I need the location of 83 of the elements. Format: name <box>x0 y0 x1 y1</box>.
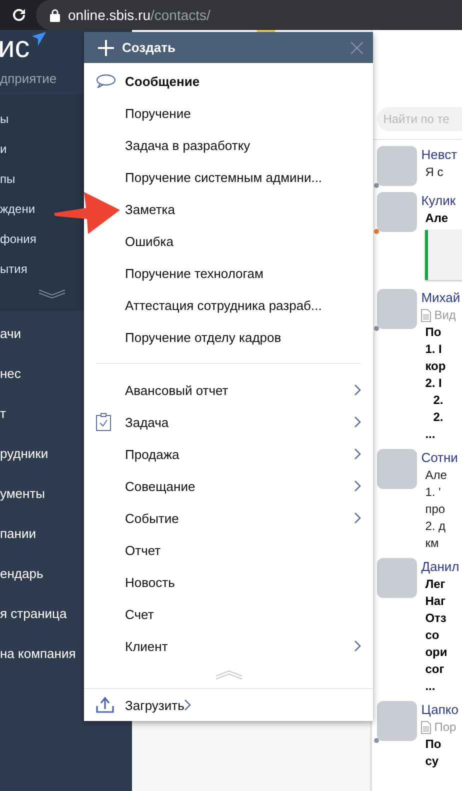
message-text: 2. <box>432 409 444 426</box>
message-text: 2. <box>432 392 444 409</box>
chevron-right-icon <box>354 448 361 460</box>
menu-item[interactable]: Ошибка <box>84 225 373 257</box>
document-icon <box>421 309 432 322</box>
plus-icon <box>98 40 114 56</box>
close-icon[interactable] <box>351 42 363 54</box>
author-name[interactable]: Кулик <box>421 192 462 210</box>
reload-icon[interactable] <box>10 6 28 24</box>
chevron-right-icon <box>184 699 192 711</box>
menu-item[interactable]: Сообщение <box>84 65 373 97</box>
subtitle-text: дприятие <box>0 71 57 86</box>
message-text: сог <box>424 661 446 678</box>
menu-item[interactable]: Совещание <box>84 470 373 502</box>
avatar-placeholder <box>377 192 418 232</box>
upload-icon <box>96 697 114 713</box>
document-title: Вид <box>434 307 456 324</box>
menu-title: Создать <box>122 40 176 55</box>
menu-item[interactable]: Счет <box>84 598 373 630</box>
chevron-right-icon <box>354 512 361 524</box>
message-text: су <box>424 753 440 770</box>
lock-icon <box>50 8 60 22</box>
author-name[interactable]: Невст <box>421 146 458 164</box>
menu-item[interactable]: Аттестация сотрудника разраб... <box>84 289 373 321</box>
message-text: Отз <box>424 610 448 627</box>
menu-item[interactable]: Поручение системным админи... <box>84 161 373 193</box>
message-text: про <box>424 501 446 518</box>
author-name[interactable]: Михай <box>421 289 460 307</box>
search-field[interactable]: Найти по те <box>377 107 462 131</box>
menu-item[interactable]: Продажа <box>84 438 373 470</box>
expand-chevron-icon[interactable] <box>38 289 66 299</box>
logo-icon <box>32 32 46 46</box>
message-text: Але <box>424 210 450 227</box>
collapse-chevron-icon[interactable] <box>214 670 242 680</box>
avatar-placeholder <box>377 449 418 489</box>
message-text: По <box>424 324 442 341</box>
document-title: Пор <box>434 719 456 736</box>
document-icon <box>421 721 432 734</box>
menu-item[interactable]: Клиент <box>84 630 373 662</box>
menu-item[interactable]: Событие <box>84 502 373 534</box>
menu-item[interactable]: Новость <box>84 566 373 598</box>
message-text: 2. д <box>424 518 447 535</box>
menu-item[interactable]: Отчет <box>84 534 373 566</box>
attachment-thumbnail[interactable] <box>425 230 462 280</box>
chevron-right-icon <box>354 480 361 492</box>
chevron-right-icon <box>354 640 361 652</box>
message-text: кор <box>424 358 447 375</box>
menu-item[interactable]: Поручение <box>84 97 373 129</box>
message-text: 2. I <box>424 375 443 392</box>
clipboard-check-icon <box>96 413 111 431</box>
avatar-placeholder <box>377 558 418 598</box>
menu-item[interactable]: Загрузить <box>84 689 204 721</box>
speech-bubble-icon <box>96 74 116 88</box>
address-text: online.sbis.ru/contacts/ <box>68 7 210 23</box>
menu-item[interactable]: Поручение отделу кадров <box>84 321 373 353</box>
pointer-arrow <box>54 190 120 234</box>
logo-text: ис <box>0 33 30 63</box>
message-text: ... <box>424 678 436 695</box>
chevron-right-icon <box>354 416 361 428</box>
menu-item[interactable]: Заметка <box>84 193 373 225</box>
message-text: км <box>424 535 440 552</box>
message-text: Лег <box>424 576 446 593</box>
chevron-right-icon <box>354 384 361 396</box>
message-text: Але <box>424 467 448 484</box>
avatar-placeholder <box>377 289 418 329</box>
author-name[interactable]: Цапко <box>421 701 458 719</box>
message-text: ори <box>424 644 448 661</box>
message-text: ... <box>424 426 436 443</box>
menu-item[interactable]: Авансовый отчет <box>84 374 373 406</box>
message-text: По <box>424 736 442 753</box>
avatar-placeholder <box>377 146 418 186</box>
avatar-placeholder <box>377 701 418 741</box>
address-bar[interactable]: online.sbis.ru/contacts/ <box>36 0 462 30</box>
message-text: 1. I <box>424 341 443 358</box>
message-text: 1. ' <box>424 484 442 501</box>
author-name[interactable]: Сотни <box>421 449 458 467</box>
message-text: Я с <box>424 164 444 181</box>
menu-item[interactable]: Задача в разработку <box>84 129 373 161</box>
author-name[interactable]: Данил <box>421 558 460 576</box>
menu-item[interactable]: Поручение технологам <box>84 257 373 289</box>
message-text: со <box>424 627 440 644</box>
menu-item[interactable]: Задача <box>84 406 373 438</box>
message-text: Наг <box>424 593 447 610</box>
